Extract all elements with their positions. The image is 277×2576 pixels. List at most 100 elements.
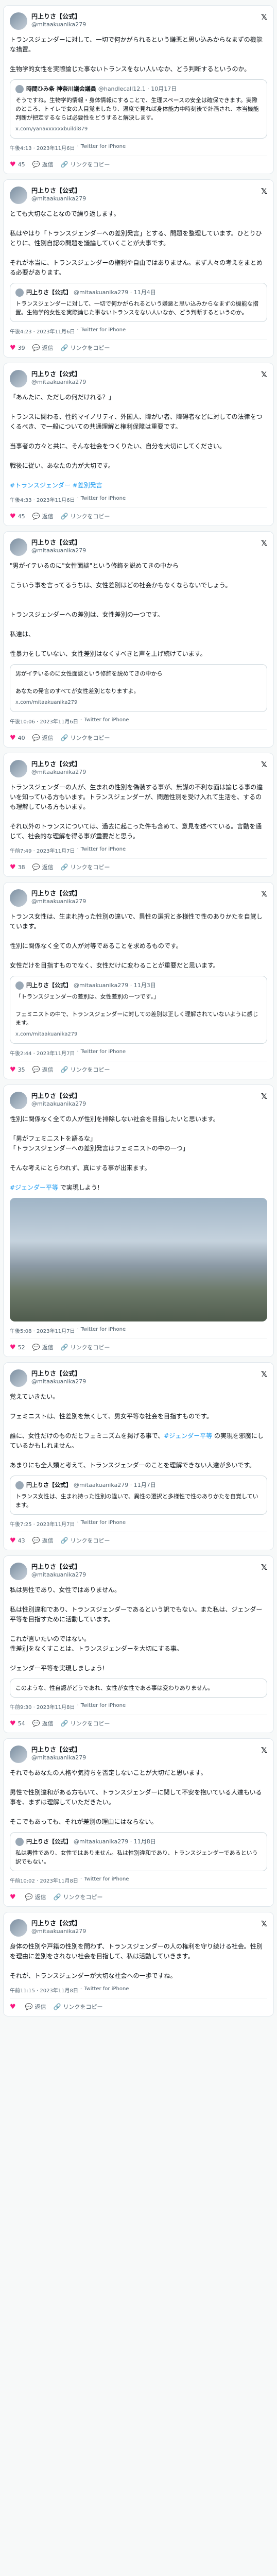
x-logo-icon[interactable]: 𝕏 bbox=[261, 1369, 267, 1379]
reply-button[interactable]: 💬 返信 bbox=[32, 1719, 54, 1727]
author-name[interactable]: 円上りさ【公式】 bbox=[31, 1092, 261, 1100]
quoted-tweet[interactable]: 円上りさ【公式】 @mitaakuanika279 · 11月4日 トランスジェンダ… bbox=[10, 283, 267, 322]
avatar[interactable] bbox=[10, 1919, 27, 1937]
x-logo-icon[interactable]: 𝕏 bbox=[261, 1919, 267, 1928]
tweet-card[interactable]: 円上りさ【公式】 @mitaakuanika279 𝕏 性別に関係なく全ての人が… bbox=[3, 1084, 274, 1357]
x-logo-icon[interactable]: 𝕏 bbox=[261, 889, 267, 899]
reply-button[interactable]: 💬 返信 bbox=[32, 344, 54, 352]
reply-button[interactable]: 💬 返信 bbox=[32, 1536, 54, 1545]
author-name[interactable]: 円上りさ【公式】 bbox=[31, 12, 261, 21]
tweet-card[interactable]: 円上りさ【公式】 @mitaakuanika279 𝕏 それでもあなたの人格や気… bbox=[3, 1738, 274, 1907]
like-button[interactable]: ♥ 43 bbox=[10, 1537, 25, 1545]
like-button[interactable]: ♥ 39 bbox=[10, 344, 25, 352]
tweet-timestamp[interactable]: 午前11:15 · 2023年11月8日 · Twitter for iPhone bbox=[10, 1986, 267, 1994]
tweet-card[interactable]: 円上りさ【公式】 @mitaakuanika279 𝕏 身体の性別や戸籍の性別を… bbox=[3, 1912, 274, 2016]
tweet-timestamp[interactable]: 午後7:25 · 2023年11月7日 · Twitter for iPhone bbox=[10, 1520, 267, 1528]
avatar[interactable] bbox=[10, 1369, 27, 1387]
tweet-timestamp[interactable]: 午後4:33 · 2023年11月6日 · Twitter for iPhone bbox=[10, 496, 267, 503]
quoted-tweet[interactable]: 円上りさ【公式】 @mitaakuanika279 · 11月7日 トランス女性は、… bbox=[10, 1476, 267, 1515]
author-name[interactable]: 円上りさ【公式】 bbox=[31, 1563, 261, 1571]
avatar[interactable] bbox=[10, 889, 27, 907]
author-handle[interactable]: @mitaakuanika279 bbox=[31, 1754, 261, 1761]
quoted-tweet-link[interactable]: x.com/mitaakuanika279 bbox=[15, 698, 262, 707]
like-button[interactable]: ♥ bbox=[10, 1893, 18, 1901]
copy-link-button[interactable]: 🔗 リンクをコピー bbox=[61, 160, 110, 168]
avatar[interactable] bbox=[10, 1092, 27, 1109]
reply-button[interactable]: 💬 返信 bbox=[32, 1065, 54, 1074]
author-name[interactable]: 円上りさ【公式】 bbox=[31, 760, 261, 768]
copy-link-button[interactable]: 🔗 リンクをコピー bbox=[61, 863, 110, 871]
copy-link-button[interactable]: 🔗 リンクをコピー bbox=[61, 1065, 110, 1074]
x-logo-icon[interactable]: 𝕏 bbox=[261, 538, 267, 548]
author-handle[interactable]: @mitaakuanika279 bbox=[31, 1100, 261, 1108]
reply-button[interactable]: 💬 返信 bbox=[32, 1343, 54, 1351]
quoted-tweet[interactable]: 時間ひみ条 神奈川議会議員 @handlecall12.1 · 10月17日 そうで… bbox=[10, 79, 267, 139]
reply-button[interactable]: 💬 返信 bbox=[32, 160, 54, 168]
copy-link-button[interactable]: 🔗 リンクをコピー bbox=[54, 2003, 103, 2011]
tweet-card[interactable]: 円上りさ【公式】 @mitaakuanika279 𝕏 とても大切なことなので繰… bbox=[3, 179, 274, 358]
hashtag-link[interactable]: #ジェンダー平等 bbox=[10, 1184, 58, 1191]
quoted-tweet-link[interactable]: x.com/mitaakuanika279 bbox=[15, 1030, 262, 1039]
tweet-card[interactable]: 円上りさ【公式】 @mitaakuanika279 𝕏 トランス女性は、生まれ持… bbox=[3, 882, 274, 1079]
author-handle[interactable]: @mitaakuanika279 bbox=[31, 1571, 261, 1579]
hashtag-link[interactable]: #ジェンダー平等 bbox=[164, 1432, 212, 1439]
tweet-timestamp[interactable]: 午前9:30 · 2023年11月8日 · Twitter for iPhone bbox=[10, 1703, 267, 1710]
tweet-timestamp[interactable]: 午後4:13 · 2023年11月6日 · Twitter for iPhone bbox=[10, 144, 267, 151]
like-button[interactable]: ♥ 38 bbox=[10, 863, 25, 871]
author-handle[interactable]: @mitaakuanika279 bbox=[31, 768, 261, 776]
author-handle[interactable]: @mitaakuanika279 bbox=[31, 378, 261, 386]
x-logo-icon[interactable]: 𝕏 bbox=[261, 1563, 267, 1572]
author-name[interactable]: 円上りさ【公式】 bbox=[31, 889, 261, 897]
author-handle[interactable]: @mitaakuanika279 bbox=[31, 21, 261, 28]
like-button[interactable]: ♥ 52 bbox=[10, 1344, 25, 1351]
x-logo-icon[interactable]: 𝕏 bbox=[261, 12, 267, 22]
author-handle[interactable]: @mitaakuanika279 bbox=[31, 1927, 261, 1935]
tweet-card[interactable]: 円上りさ【公式】 @mitaakuanika279 𝕏 トランスジェンダーに対し… bbox=[3, 5, 274, 174]
tweet-timestamp[interactable]: 午後10:06 · 2023年11月6日 · Twitter for iPhone bbox=[10, 717, 267, 725]
avatar[interactable] bbox=[10, 187, 27, 204]
copy-link-button[interactable]: 🔗 リンクをコピー bbox=[61, 1343, 110, 1351]
tweet-card[interactable]: 円上りさ【公式】 @mitaakuanika279 𝕏 「あんたに、ただしの何だ… bbox=[3, 363, 274, 526]
tweet-card[interactable]: 円上りさ【公式】 @mitaakuanika279 𝕏 "男がイテいるのに"女性… bbox=[3, 531, 274, 748]
reply-button[interactable]: 💬 返信 bbox=[25, 2003, 46, 2011]
copy-link-button[interactable]: 🔗 リンクをコピー bbox=[61, 512, 110, 520]
x-logo-icon[interactable]: 𝕏 bbox=[261, 760, 267, 769]
copy-link-button[interactable]: 🔗 リンクをコピー bbox=[61, 344, 110, 352]
like-button[interactable]: ♥ 45 bbox=[10, 513, 25, 520]
quoted-tweet[interactable]: 男がイテいるのに女性面談という修飾を説めてきの中から あなたの発言のすべてが女性… bbox=[10, 664, 267, 712]
like-button[interactable]: ♥ bbox=[10, 2003, 18, 2011]
author-handle[interactable]: @mitaakuanika279 bbox=[31, 897, 261, 905]
quoted-tweet[interactable]: 円上りさ【公式】 @mitaakuanika279 · 11月8日 私は男性であり、… bbox=[10, 1832, 267, 1871]
quoted-tweet[interactable]: 円上りさ【公式】 @mitaakuanika279 · 11月3日 「トランスジェン… bbox=[10, 976, 267, 1044]
tweet-timestamp[interactable]: 午前10:02 · 2023年11月8日 · Twitter for iPhone bbox=[10, 1876, 267, 1884]
avatar[interactable] bbox=[10, 1745, 27, 1763]
author-name[interactable]: 円上りさ【公式】 bbox=[31, 1369, 261, 1378]
like-button[interactable]: ♥ 45 bbox=[10, 161, 25, 168]
author-name[interactable]: 円上りさ【公式】 bbox=[31, 1919, 261, 1927]
author-handle[interactable]: @mitaakuanika279 bbox=[31, 195, 261, 202]
tweet-card[interactable]: 円上りさ【公式】 @mitaakuanika279 𝕏 覚えていきたい。 フェミニ… bbox=[3, 1362, 274, 1550]
quoted-tweet-link[interactable]: x.com/yanaxxxxxxbuildi879 bbox=[15, 125, 262, 133]
like-button[interactable]: ♥ 35 bbox=[10, 1066, 25, 1074]
author-name[interactable]: 円上りさ【公式】 bbox=[31, 187, 261, 195]
reply-button[interactable]: 💬 返信 bbox=[32, 863, 54, 871]
avatar[interactable] bbox=[10, 538, 27, 556]
author-handle[interactable]: @mitaakuanika279 bbox=[31, 547, 261, 554]
hashtag-link[interactable]: #差別発言 bbox=[73, 482, 102, 489]
x-logo-icon[interactable]: 𝕏 bbox=[261, 1745, 267, 1755]
avatar[interactable] bbox=[10, 12, 27, 30]
copy-link-button[interactable]: 🔗 リンクをコピー bbox=[61, 1719, 110, 1727]
avatar[interactable] bbox=[10, 760, 27, 777]
tweet-timestamp[interactable]: 午前7:49 · 2023年11月7日 · Twitter for iPhone bbox=[10, 846, 267, 854]
copy-link-button[interactable]: 🔗 リンクをコピー bbox=[61, 1536, 110, 1545]
tweet-card[interactable]: 円上りさ【公式】 @mitaakuanika279 𝕏 私は男性であり、女性では… bbox=[3, 1555, 274, 1733]
x-logo-icon[interactable]: 𝕏 bbox=[261, 370, 267, 379]
tweet-timestamp[interactable]: 午後2:44 · 2023年11月7日 · Twitter for iPhone bbox=[10, 1049, 267, 1057]
like-button[interactable]: ♥ 54 bbox=[10, 1720, 25, 1727]
avatar[interactable] bbox=[10, 1563, 27, 1580]
x-logo-icon[interactable]: 𝕏 bbox=[261, 187, 267, 196]
author-name[interactable]: 円上りさ【公式】 bbox=[31, 1745, 261, 1754]
author-name[interactable]: 円上りさ【公式】 bbox=[31, 370, 261, 378]
quoted-tweet[interactable]: このような、性自認がどうであれ、女性が女性である事は変わりありません。 bbox=[10, 1679, 267, 1698]
avatar[interactable] bbox=[10, 370, 27, 387]
